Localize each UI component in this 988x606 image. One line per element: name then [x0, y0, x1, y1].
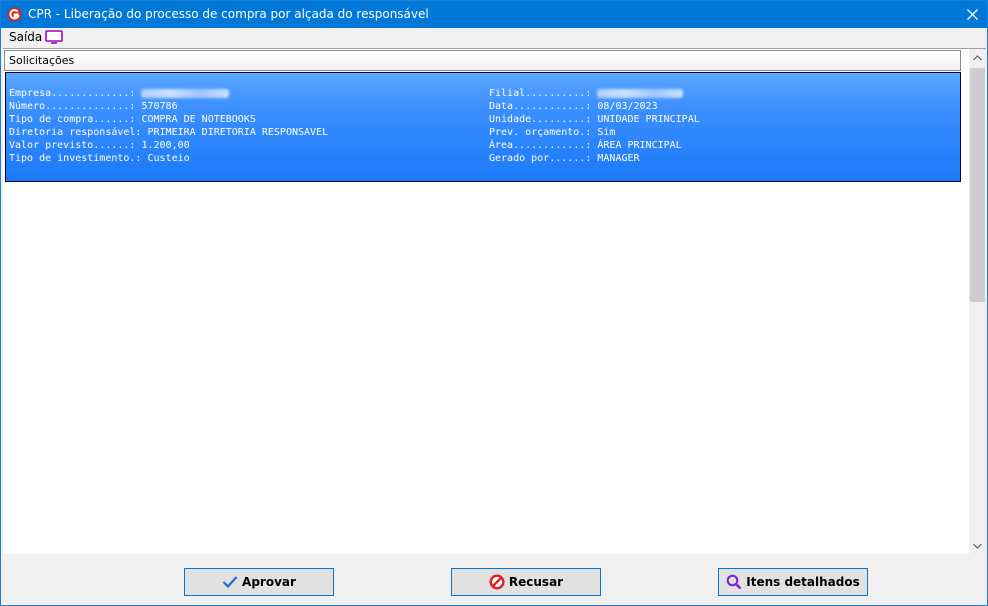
field-prev-orcamento: Prev. orçamento.: Sim [489, 126, 615, 139]
field-label: Área............: [489, 140, 592, 151]
field-label: Valor previsto......: [9, 140, 136, 151]
field-label: Diretoria responsável: [9, 127, 142, 138]
window: CPR - Liberação do processo de compra po… [0, 0, 988, 606]
field-data: Data............: 08/03/2023 [489, 100, 658, 113]
scroll-down-arrow-icon [973, 543, 982, 549]
field-label: Unidade.........: [489, 114, 592, 125]
field-value: 1.200,00 [141, 140, 190, 151]
field-value: PRIMEIRA DIRETORIA RESPONSAVEL [147, 127, 329, 138]
field-label: Número..............: [9, 101, 136, 112]
menu-item-saida[interactable]: Saída [9, 30, 42, 45]
field-empresa: Empresa.............: [9, 87, 230, 100]
scroll-down-button[interactable] [969, 537, 986, 554]
title-bar[interactable]: CPR - Liberação do processo de compra po… [1, 1, 987, 28]
scroll-up-arrow-icon [973, 54, 982, 60]
refuse-button[interactable]: Recusar [451, 568, 601, 596]
column-header-label: Solicitações [9, 54, 75, 67]
field-label: Tipo de compra......: [9, 114, 136, 125]
field-unidade: Unidade.........: UNIDADE PRINCIPAL [489, 113, 700, 126]
vertical-scrollbar[interactable] [969, 49, 986, 554]
field-value: Sim [597, 127, 616, 138]
scroll-up-button[interactable] [969, 49, 986, 66]
field-tipo-investimento: Tipo de investimento.: Custeio [9, 152, 190, 165]
requests-list[interactable]: Solicitações Empresa.............: Númer… [3, 48, 986, 554]
field-label: Gerado por......: [489, 153, 592, 164]
footer-actions: Aprovar Recusar Itens detalhados [1, 554, 987, 605]
field-value: UNIDADE PRINCIPAL [597, 114, 700, 125]
detailed-items-label: Itens detalhados [746, 575, 860, 589]
field-valor-previsto: Valor previsto......: 1.200,00 [9, 139, 190, 152]
field-diretoria: Diretoria responsável: PRIMEIRA DIRETORI… [9, 126, 328, 139]
list-item-selected[interactable]: Empresa.............: Número............… [5, 72, 961, 182]
redacted-value [141, 88, 230, 98]
redacted-value [597, 88, 684, 98]
menu-bar: Saída [1, 28, 987, 48]
field-label: Data............: [489, 101, 592, 112]
field-tipo-compra: Tipo de compra......: COMPRA DE NOTEBOOK… [9, 113, 256, 126]
field-numero: Número..............: 570786 [9, 100, 178, 113]
approve-button[interactable]: Aprovar [184, 568, 334, 596]
magnifier-icon [726, 574, 742, 590]
field-value: COMPRA DE NOTEBOOKS [141, 114, 256, 125]
refuse-label: Recusar [508, 575, 564, 589]
approve-label: Aprovar [242, 575, 296, 589]
field-area: Área............: ÁREA PRINCIPAL [489, 139, 682, 152]
field-value: MANAGER [597, 153, 640, 164]
field-label: Prev. orçamento.: [489, 127, 592, 138]
forbidden-icon [489, 574, 505, 590]
close-button[interactable] [957, 1, 987, 28]
detailed-items-button[interactable]: Itens detalhados [718, 568, 868, 596]
field-value: 570786 [141, 101, 178, 112]
field-value: Custeio [147, 153, 190, 164]
app-logo-icon [7, 7, 22, 22]
field-label: Filial..........: [489, 88, 592, 99]
window-title: CPR - Liberação do processo de compra po… [28, 7, 429, 21]
close-icon [966, 9, 978, 20]
field-value: ÁREA PRINCIPAL [597, 140, 682, 151]
field-value: 08/03/2023 [597, 101, 658, 112]
field-label: Empresa.............: [9, 88, 136, 99]
field-gerado-por: Gerado por......: MANAGER [489, 152, 640, 165]
scroll-thumb[interactable] [970, 68, 985, 302]
checkmark-icon [222, 576, 238, 589]
column-header[interactable]: Solicitações [4, 50, 961, 71]
monitor-icon[interactable] [45, 30, 63, 44]
field-filial: Filial..........: [489, 87, 684, 100]
field-label: Tipo de investimento.: [9, 153, 142, 164]
